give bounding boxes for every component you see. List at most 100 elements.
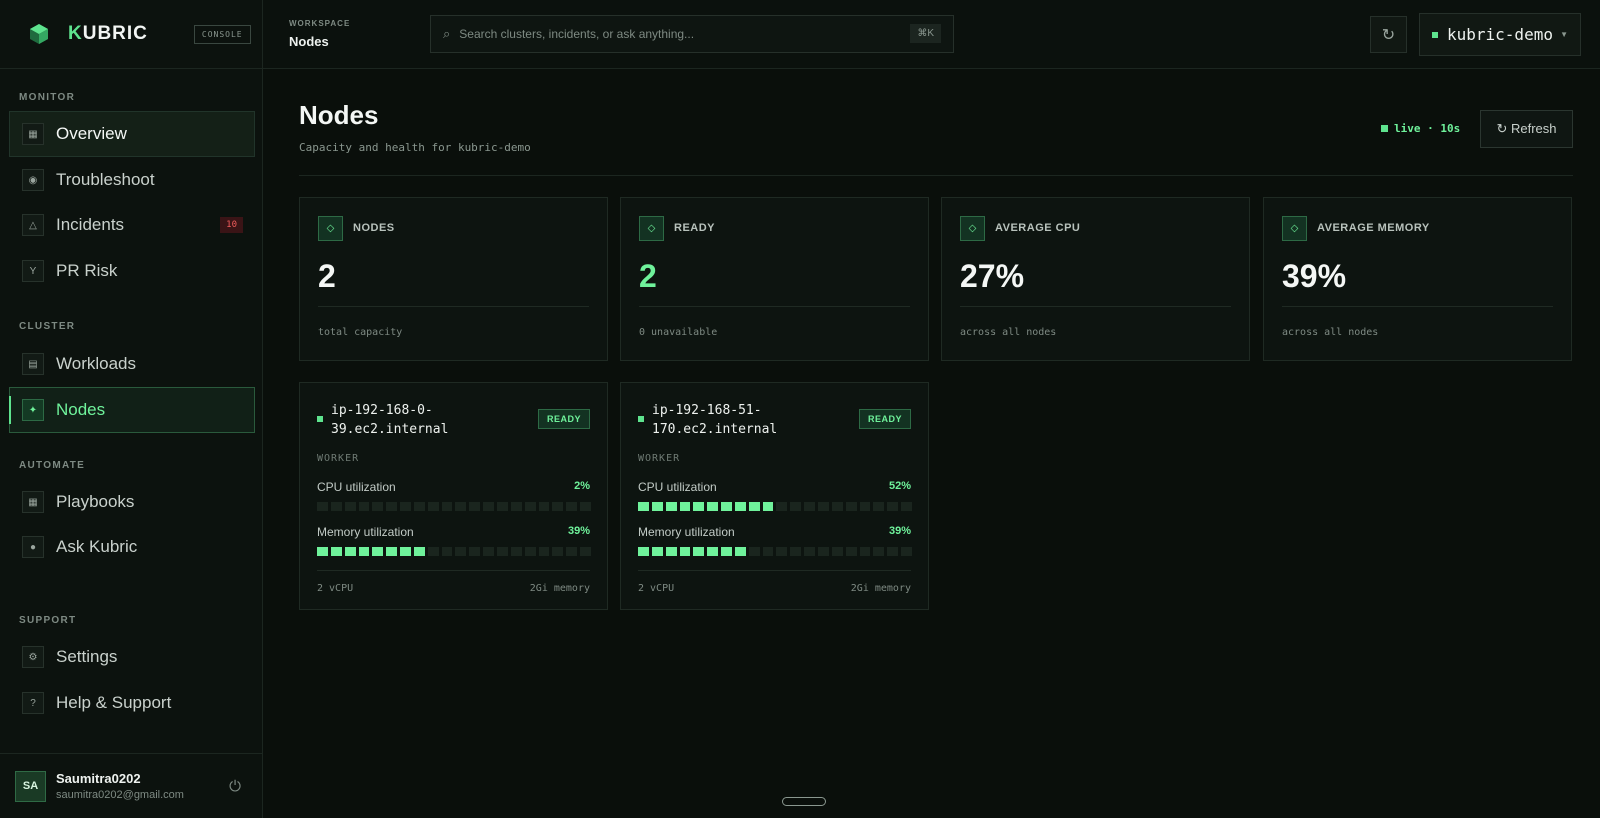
sidebar-item-incidents[interactable]: △ Incidents 10 [9, 202, 255, 248]
progress-segment [651, 547, 663, 556]
sidebar-item-label: Playbooks [56, 492, 135, 511]
section-label-cluster: CLUSTER [19, 321, 76, 332]
user-profile[interactable]: SA Saumitra0202 saumitra0202@gmail.com ⏻ [0, 753, 263, 818]
sidebar-item-overview[interactable]: ▦ Overview [9, 111, 255, 157]
stat-label: READY [674, 222, 716, 234]
progress-segment [748, 547, 760, 556]
refresh-button[interactable]: ↻ Refresh [1480, 110, 1573, 148]
sidebar-item-workloads[interactable]: ▤ Workloads [9, 341, 255, 387]
target-icon: ◉ [22, 169, 44, 191]
diamond-icon: ◇ [960, 216, 985, 241]
progress-segment [693, 502, 705, 511]
progress-segment [707, 502, 719, 511]
stat-subtext: total capacity [318, 327, 403, 338]
gear-icon: ⚙ [22, 646, 44, 668]
refresh-icon: ↻ [1381, 26, 1396, 44]
sidebar-item-help-support[interactable]: ? Help & Support [9, 680, 255, 726]
sidebar: KUBRIC CONSOLE MONITOR ▦ Overview ◉ Trou… [0, 0, 263, 818]
metric-label: CPU utilization [317, 480, 396, 494]
progress-segment [524, 547, 536, 556]
memory-progress-bar [638, 547, 912, 556]
progress-segment [651, 502, 663, 511]
kubric-logo-icon[interactable] [28, 23, 50, 45]
progress-segment [693, 547, 705, 556]
cpu-utilization-metric: CPU utilization 2% [317, 480, 591, 511]
stat-subtext: 0 unavailable [639, 327, 718, 338]
progress-segment [358, 502, 370, 511]
progress-segment [524, 502, 536, 511]
progress-segment [580, 547, 591, 556]
sidebar-item-label: Nodes [56, 400, 106, 419]
memory-progress-bar [317, 547, 591, 556]
progress-segment [372, 547, 384, 556]
progress-segment [400, 547, 411, 556]
list-icon: ▤ [22, 353, 44, 375]
status-badge: READY [858, 409, 911, 429]
progress-segment [734, 547, 746, 556]
progress-segment [496, 502, 508, 511]
progress-segment [859, 547, 871, 556]
progress-segment [859, 502, 871, 511]
node-role: WORKER [317, 453, 360, 464]
progress-segment [344, 547, 356, 556]
node-card[interactable]: ip-192-168-51- 170.ec2.internal READY WOR… [620, 382, 929, 610]
grid-icon: ▦ [22, 123, 44, 145]
sidebar-item-ask-kubric[interactable]: ● Ask Kubric [9, 524, 255, 570]
branch-icon: Y [22, 260, 44, 282]
progress-segment [427, 502, 439, 511]
sidebar-item-troubleshoot[interactable]: ◉ Troubleshoot [9, 157, 255, 203]
node-divider [317, 570, 590, 571]
progress-segment [358, 547, 370, 556]
progress-segment [679, 547, 691, 556]
node-card[interactable]: ip-192-168-0- 39.ec2.internal READY WORKE… [299, 382, 608, 610]
progress-segment [552, 502, 564, 511]
search-input[interactable]: ⌕ Search clusters, incidents, or ask any… [430, 15, 954, 53]
progress-segment [721, 502, 732, 511]
progress-segment [707, 547, 719, 556]
metric-value: 39% [567, 525, 590, 537]
cpu-progress-bar [638, 502, 912, 511]
sidebar-item-label: Workloads [56, 354, 136, 373]
page-title: Nodes [299, 100, 379, 130]
section-label-support: SUPPORT [19, 615, 77, 626]
cpu-progress-bar [317, 502, 591, 511]
cluster-selector[interactable]: kubric-demo ▼ [1419, 13, 1581, 56]
progress-segment [441, 502, 453, 511]
refresh-icon-button[interactable]: ↻ [1370, 16, 1407, 53]
progress-segment [845, 502, 857, 511]
progress-segment [510, 502, 522, 511]
progress-segment [330, 547, 342, 556]
progress-segment [845, 547, 857, 556]
live-text: live · 10s [1394, 122, 1461, 135]
progress-segment [873, 547, 885, 556]
sparkle-icon: ✦ [22, 399, 44, 421]
home-indicator [782, 797, 826, 806]
progress-segment [734, 502, 746, 511]
stat-label: AVERAGE MEMORY [1317, 222, 1430, 234]
node-divider [638, 570, 911, 571]
progress-segment [538, 502, 550, 511]
progress-segment [483, 547, 494, 556]
progress-segment [386, 547, 398, 556]
progress-segment [317, 502, 328, 511]
progress-segment [538, 547, 550, 556]
progress-segment [483, 502, 494, 511]
stat-card-average-cpu: ◇ AVERAGE CPU 27% across all nodes [941, 197, 1250, 361]
progress-segment [831, 547, 843, 556]
stat-divider [960, 306, 1231, 307]
cluster-status-dot [1432, 31, 1438, 38]
stat-label: AVERAGE CPU [995, 222, 1081, 234]
sidebar-item-playbooks[interactable]: ▦ Playbooks [9, 479, 255, 525]
progress-segment [372, 502, 384, 511]
progress-segment [455, 547, 467, 556]
header-divider [299, 175, 1573, 176]
brand-name: KUBRIC [68, 23, 148, 44]
progress-segment [455, 502, 467, 511]
progress-segment [413, 547, 425, 556]
progress-segment [817, 547, 829, 556]
sidebar-item-settings[interactable]: ⚙ Settings [9, 634, 255, 680]
sidebar-item-nodes[interactable]: ✦ Nodes [9, 387, 255, 433]
logout-power-icon[interactable]: ⏻ [229, 778, 241, 795]
sidebar-item-pr-risk[interactable]: Y PR Risk [9, 248, 255, 294]
node-vcpu: 2 vCPU [317, 583, 354, 594]
